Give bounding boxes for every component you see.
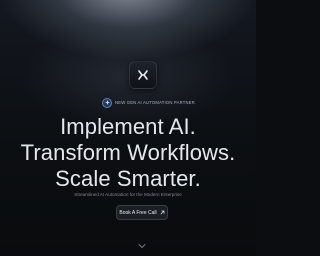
partner-badge: NEW GEN AI AUTOMATION PARTNER <box>102 97 195 108</box>
logo[interactable] <box>129 61 157 89</box>
chevron-down-icon <box>138 244 146 248</box>
book-call-button[interactable]: Book A Free Call <box>116 205 168 220</box>
headline-line-2: Transform Workflows. <box>20 140 236 165</box>
hero-headline: Implement AI. Transform Workflows. Scale… <box>0 114 256 192</box>
book-call-label: Book A Free Call <box>119 209 157 216</box>
hero-page: NEW GEN AI AUTOMATION PARTNER Implement … <box>0 0 256 256</box>
headline-line-3: Scale Smarter. <box>55 166 201 191</box>
hero-subtitle: Streamlined AI Automation for the Modern… <box>74 192 182 197</box>
headline-line-1: Implement AI. <box>60 114 196 139</box>
arrow-up-right-icon <box>160 210 164 215</box>
badge-text: NEW GEN AI AUTOMATION PARTNER <box>115 100 195 105</box>
x-logo-icon <box>138 70 148 80</box>
spark-icon <box>102 97 112 108</box>
scroll-down-button[interactable] <box>138 243 146 249</box>
